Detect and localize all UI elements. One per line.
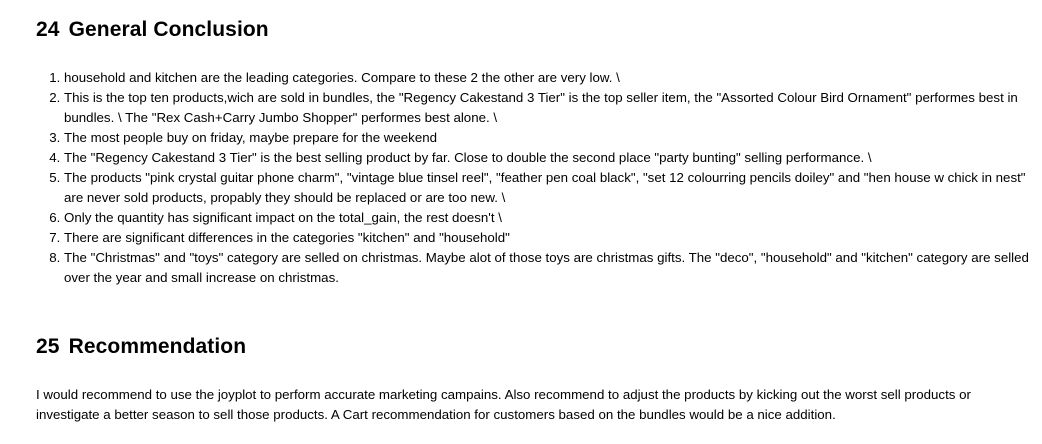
list-item: There are significant differences in the… <box>64 228 1032 248</box>
section-title: Recommendation <box>68 335 247 358</box>
list-item: Only the quantity has significant impact… <box>64 208 1032 228</box>
section-heading-recommendation: 25 Recommendation <box>36 334 246 360</box>
recommendation-paragraph: I would recommend to use the joyplot to … <box>36 387 971 422</box>
list-item: The most people buy on friday, maybe pre… <box>64 128 1032 148</box>
list-item: The products "pink crystal guitar phone … <box>64 168 1032 208</box>
section-number: 24 <box>36 18 60 41</box>
section-heading-general-conclusion: 24 General Conclusion <box>36 17 269 43</box>
conclusion-list: household and kitchen are the leading ca… <box>36 68 1032 288</box>
section-title: General Conclusion <box>68 18 269 41</box>
list-item: household and kitchen are the leading ca… <box>64 68 1032 88</box>
list-item: The "Christmas" and "toys" category are … <box>64 248 1032 288</box>
list-item: This is the top ten products,wich are so… <box>64 88 1032 128</box>
section-number: 25 <box>36 335 60 358</box>
list-item: The "Regency Cakestand 3 Tier" is the be… <box>64 148 1032 168</box>
